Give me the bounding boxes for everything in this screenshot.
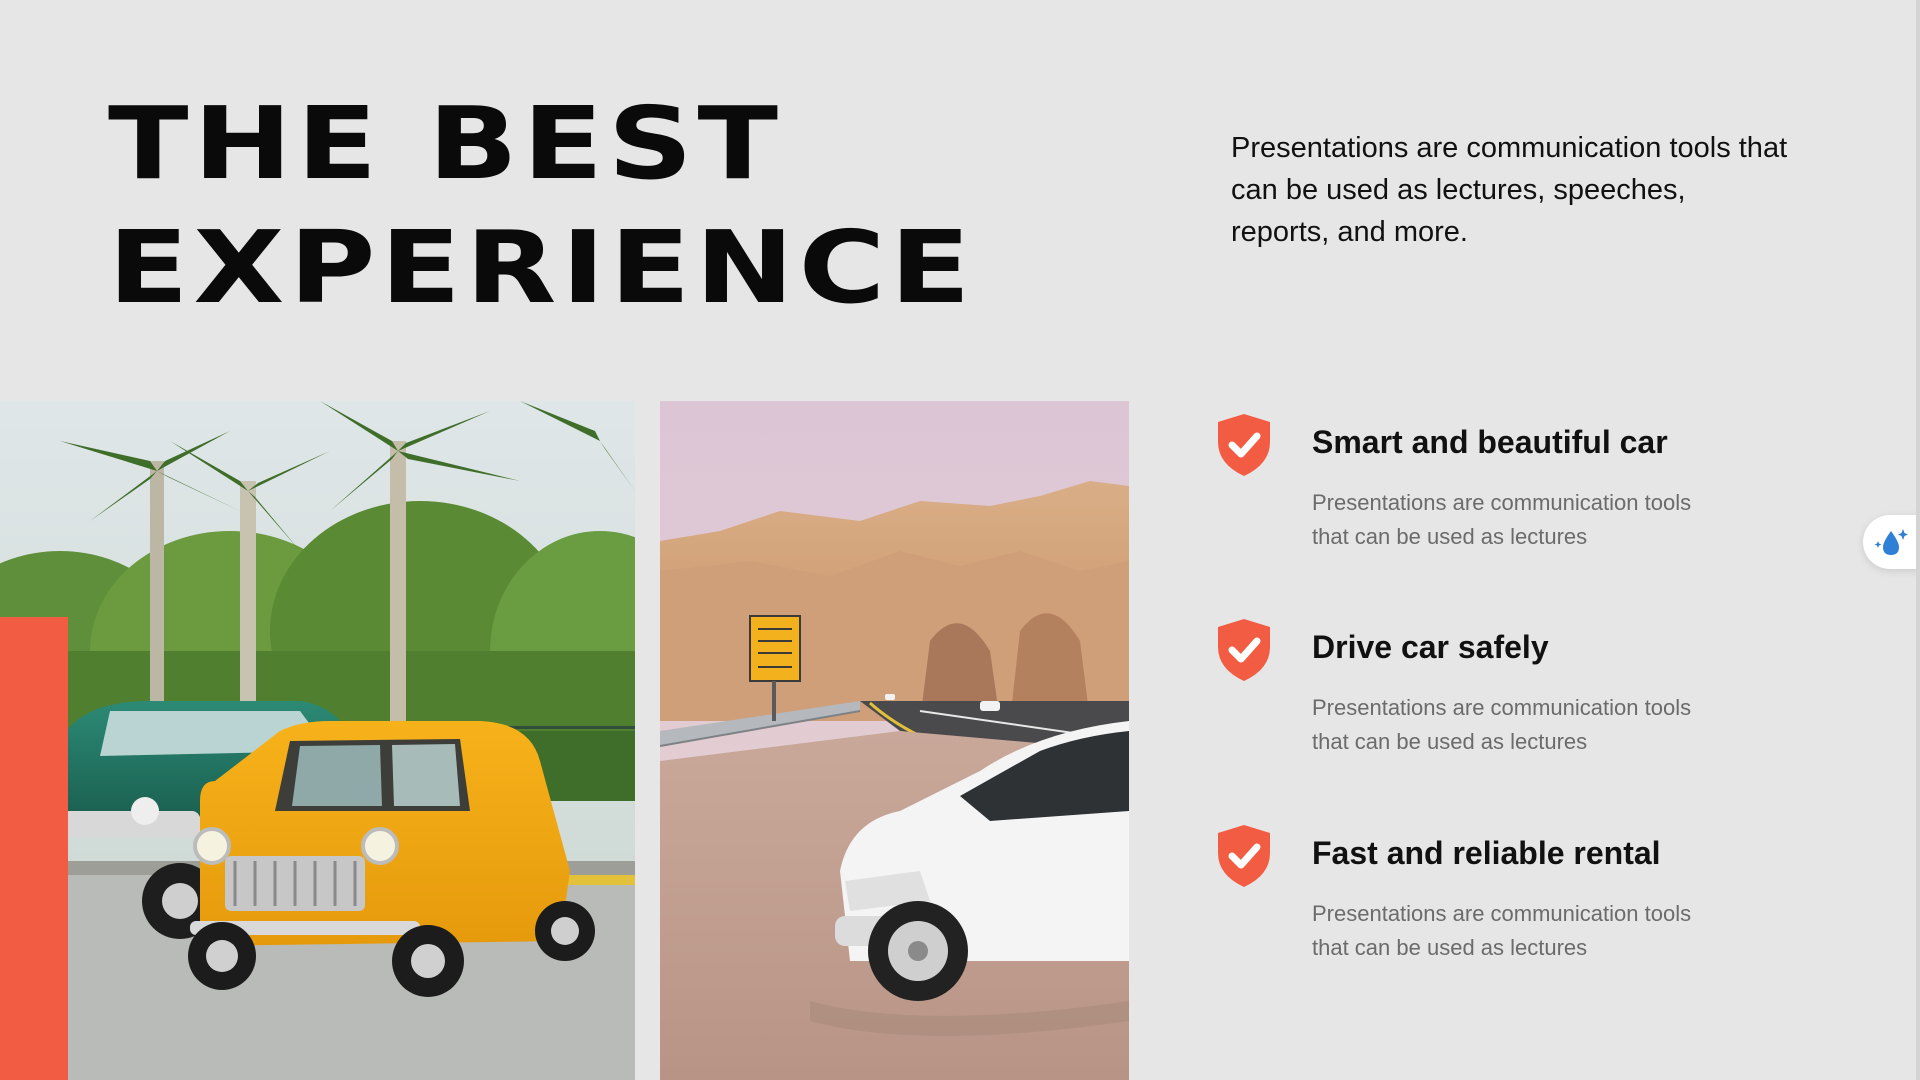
- shield-check-icon: [1214, 617, 1274, 683]
- feature-description: Presentations are communication tools th…: [1312, 695, 1692, 754]
- floating-widget-button[interactable]: [1863, 515, 1920, 569]
- water-drop-sparkle-icon: [1874, 529, 1908, 555]
- feature-item-1: Smart and beautiful car Presentations ar…: [1214, 412, 1734, 562]
- shield-check-icon: [1214, 412, 1274, 478]
- feature-item-3: Fast and reliable rental Presentations a…: [1214, 823, 1734, 973]
- classic-cars-photo: [0, 401, 635, 1080]
- feature-title: Fast and reliable rental: [1312, 835, 1661, 871]
- title-line-1: THE BEST: [108, 85, 783, 202]
- intro-paragraph: Presentations are communication tools th…: [1231, 132, 1788, 248]
- title-line-2: EXPERIENCE: [108, 209, 976, 326]
- window-edge: [1916, 0, 1920, 1080]
- feature-description: Presentations are communication tools th…: [1312, 490, 1692, 549]
- shield-check-icon: [1214, 823, 1274, 889]
- desert-road-photo: [660, 401, 1129, 1080]
- feature-title: Smart and beautiful car: [1312, 424, 1668, 460]
- slide: THE BEST EXPERIENCE Presentations are co…: [0, 0, 1920, 1080]
- accent-bar: [0, 617, 68, 1080]
- feature-description: Presentations are communication tools th…: [1312, 901, 1692, 960]
- feature-title: Drive car safely: [1312, 629, 1549, 665]
- slide-title: THE BEST EXPERIENCE: [108, 82, 975, 330]
- feature-item-2: Drive car safely Presentations are commu…: [1214, 617, 1734, 767]
